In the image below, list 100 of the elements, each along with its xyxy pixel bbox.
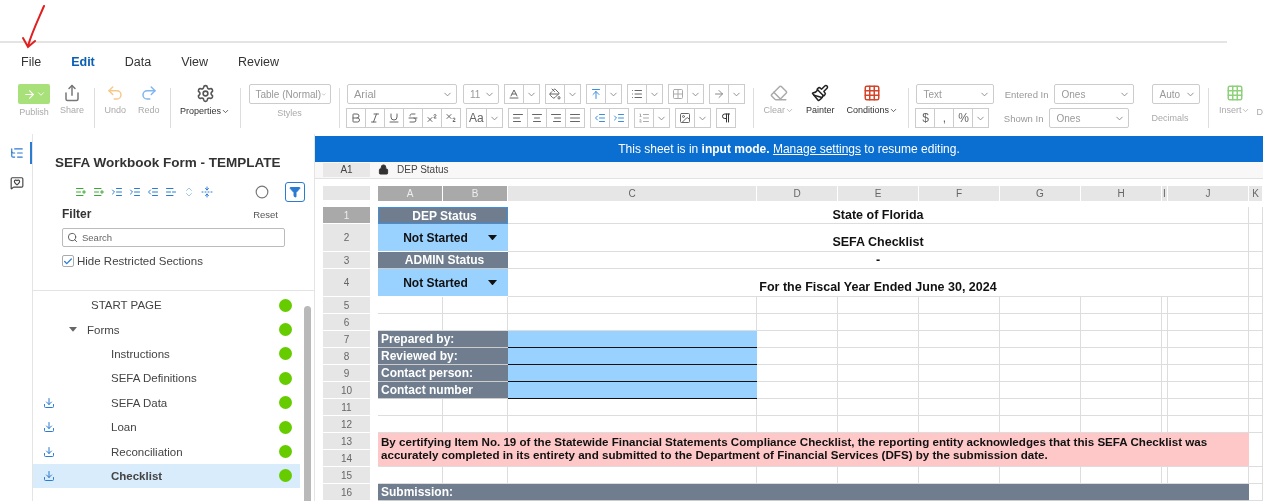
row-header[interactable]: 5 <box>323 297 370 314</box>
outline-item[interactable]: Forms <box>33 317 300 342</box>
row-header[interactable]: 8 <box>323 348 370 365</box>
manage-settings-link[interactable]: Manage settings <box>772 141 861 156</box>
table-cell <box>1249 484 1263 501</box>
collapse-icon[interactable] <box>201 186 213 198</box>
input-field[interactable] <box>508 348 757 365</box>
properties-button[interactable]: Properties <box>178 84 233 116</box>
row-header[interactable]: 16 <box>323 484 370 501</box>
image-button[interactable] <box>674 108 695 128</box>
column-header[interactable]: K <box>1249 186 1263 201</box>
underline-button[interactable] <box>383 108 404 128</box>
search-field[interactable]: Search <box>62 228 285 247</box>
row-header[interactable]: 12 <box>323 416 370 433</box>
format-select[interactable]: Text <box>916 84 995 104</box>
entered-in-select[interactable]: Ones <box>1054 84 1135 104</box>
table-cell <box>1249 348 1263 365</box>
field-label: Reviewed by: <box>378 348 508 365</box>
outline-item[interactable]: Reconciliation <box>33 439 300 464</box>
row-header[interactable]: 9 <box>323 365 370 382</box>
outline-item[interactable]: SEFA Data <box>33 390 300 415</box>
row-header[interactable]: 6 <box>323 314 370 331</box>
vertical-align-button[interactable] <box>585 84 606 104</box>
fill-color-button[interactable] <box>544 84 565 104</box>
dropdown-button[interactable] <box>972 108 990 128</box>
conditions-button[interactable]: Conditions <box>844 84 900 115</box>
superscript-button[interactable] <box>421 108 442 128</box>
search-icon <box>67 232 78 243</box>
pilcrow-button[interactable] <box>715 108 736 128</box>
number-format-button[interactable]: % <box>953 108 974 128</box>
row-header[interactable]: 11 <box>323 399 370 416</box>
row-header[interactable]: 2 <box>323 224 370 252</box>
align-right-button[interactable] <box>545 108 566 128</box>
indent-icon[interactable] <box>111 186 123 198</box>
reset-button[interactable]: Reset <box>253 207 278 221</box>
align-left-button[interactable] <box>507 108 528 128</box>
column-header[interactable]: J <box>1168 186 1249 201</box>
menu-item[interactable]: File <box>21 53 42 71</box>
text-color-button[interactable] <box>503 84 524 104</box>
add-row-icon[interactable] <box>75 186 87 198</box>
menu-item[interactable]: View <box>181 53 209 71</box>
outdent-icon[interactable] <box>147 186 159 198</box>
caret-icon <box>487 279 497 286</box>
sheet-title: - <box>508 252 1249 269</box>
status-dropdown[interactable]: Not Started <box>378 269 508 297</box>
circle-icon[interactable] <box>255 185 269 199</box>
outline-item[interactable]: START PAGE <box>33 293 300 318</box>
number-format-button[interactable]: $ <box>915 108 936 128</box>
expand-icon[interactable] <box>183 186 195 198</box>
outline-item[interactable]: Loan <box>33 414 300 440</box>
row-header[interactable]: 15 <box>323 467 370 484</box>
indent-button[interactable] <box>608 108 629 128</box>
decimals-select[interactable]: Auto <box>1152 84 1201 104</box>
outline-item[interactable]: Instructions <box>33 341 300 367</box>
strikethrough-button[interactable] <box>402 108 423 128</box>
menu-item[interactable]: Review <box>238 53 280 71</box>
number-format-button[interactable]: , <box>934 108 955 128</box>
outline-icon <box>10 146 24 160</box>
column-header[interactable]: C <box>508 186 757 201</box>
painter-button[interactable]: Painter <box>803 84 837 115</box>
shown-in-select[interactable]: Ones <box>1049 108 1130 128</box>
filter-button[interactable] <box>285 182 305 202</box>
column-header[interactable]: F <box>919 186 1000 201</box>
bold-button[interactable] <box>345 108 366 128</box>
add-row-icon[interactable] <box>93 186 105 198</box>
font-select[interactable]: Arial <box>346 84 457 104</box>
menu-item[interactable]: Edit <box>71 53 95 71</box>
scrollbar[interactable] <box>304 306 311 501</box>
column-header[interactable]: H <box>1081 186 1162 201</box>
input-field[interactable] <box>508 331 757 348</box>
row-header[interactable]: 13 <box>323 433 370 450</box>
input-field[interactable] <box>508 365 757 382</box>
outline-item[interactable]: Checklist <box>33 463 300 489</box>
style-select[interactable]: Table (Normal) <box>248 84 331 104</box>
pilcrow-icon <box>719 112 732 124</box>
bullet-list-button[interactable] <box>626 84 647 104</box>
outdent-button[interactable] <box>589 108 610 128</box>
subscript-button[interactable] <box>440 108 461 128</box>
outline-item[interactable]: SEFA Definitions <box>33 366 300 391</box>
menu-item[interactable]: Data <box>124 53 152 71</box>
status-dropdown[interactable]: Not Started <box>378 224 508 252</box>
column-header[interactable]: E <box>838 186 919 201</box>
row-header[interactable]: 4 <box>323 269 370 297</box>
font-size-select[interactable]: 11 <box>462 84 499 104</box>
case-button[interactable]: Aa <box>465 108 487 128</box>
input-field[interactable] <box>508 382 757 399</box>
list-icon[interactable] <box>165 186 177 198</box>
indent-icon[interactable] <box>129 186 141 198</box>
hide-restricted-checkbox[interactable]: Hide Restricted Sections <box>33 247 314 267</box>
justify-button[interactable] <box>564 108 585 128</box>
column-header[interactable]: G <box>1000 186 1081 201</box>
row-header[interactable]: 7 <box>323 331 370 348</box>
row-header[interactable]: 10 <box>323 382 370 399</box>
row-header[interactable]: 14 <box>323 450 370 467</box>
row-header[interactable]: 3 <box>323 252 370 269</box>
align-center-button[interactable] <box>526 108 547 128</box>
column-header[interactable]: D <box>757 186 838 201</box>
import-icon <box>43 445 55 458</box>
italic-button[interactable] <box>364 108 385 128</box>
redo-icon <box>139 84 158 102</box>
